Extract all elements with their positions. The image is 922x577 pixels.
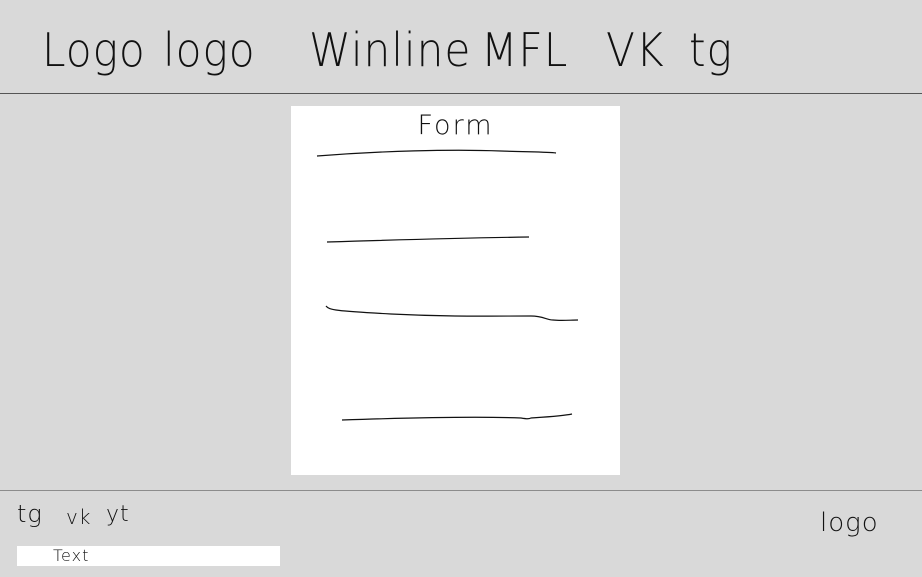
form-field-2[interactable] xyxy=(291,224,620,254)
form-card: Form xyxy=(291,106,620,475)
header: Logo logo Winline MFL VK tg xyxy=(0,0,922,93)
form-field-4[interactable] xyxy=(291,404,620,434)
form-field-1[interactable] xyxy=(291,141,620,171)
footer-text: Text xyxy=(53,546,90,565)
footer-divider xyxy=(0,490,922,491)
header-logo-2[interactable]: logo xyxy=(163,22,256,78)
footer-text-field: Text xyxy=(17,546,280,566)
footer-logo[interactable]: logo xyxy=(820,506,879,540)
nav-vk[interactable]: VK xyxy=(606,22,665,78)
header-divider xyxy=(0,93,922,94)
header-logo-1[interactable]: Logo xyxy=(42,22,146,78)
form-title: Form xyxy=(417,110,494,141)
footer-yt-link[interactable]: yt xyxy=(106,500,130,530)
footer-tg-link[interactable]: tg xyxy=(17,499,43,529)
nav-tg[interactable]: tg xyxy=(689,22,733,78)
nav-winline[interactable]: Winline xyxy=(309,22,471,78)
footer-vk-link[interactable]: vk xyxy=(66,502,91,532)
form-field-3[interactable] xyxy=(291,300,620,330)
nav-mfl[interactable]: MFL xyxy=(481,22,568,78)
